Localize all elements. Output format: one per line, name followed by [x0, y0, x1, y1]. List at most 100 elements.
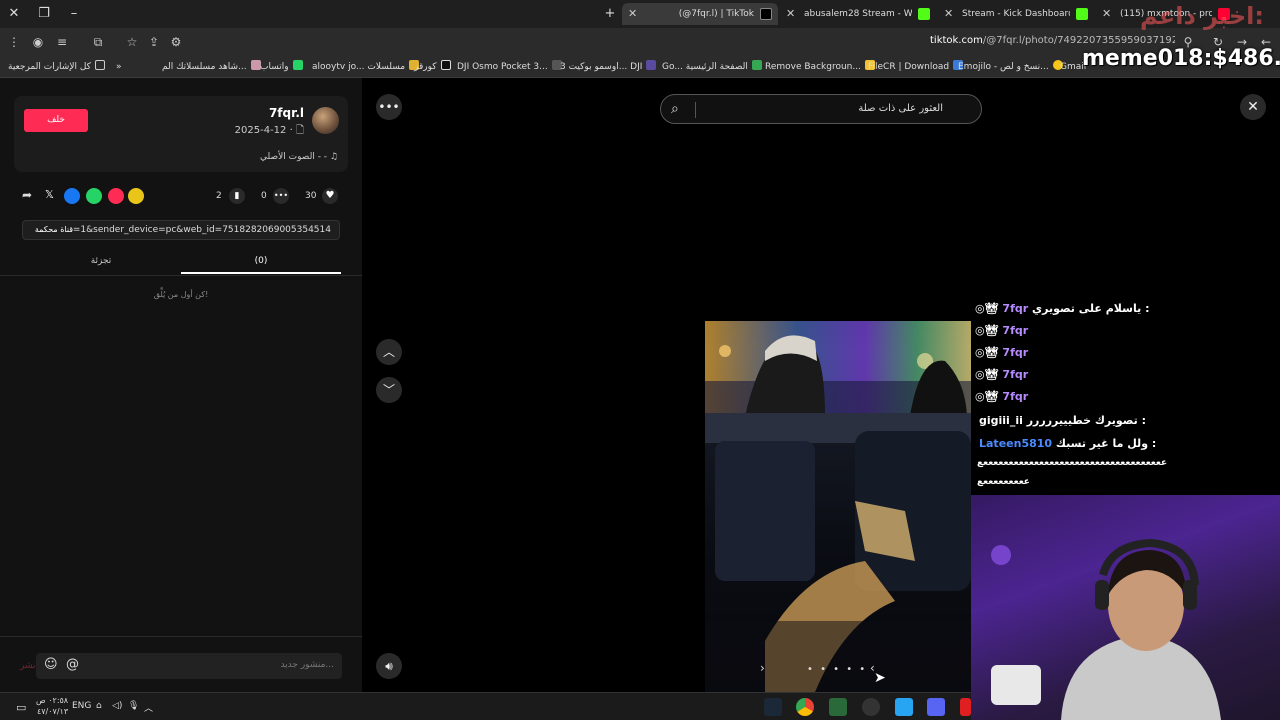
tab-kick-dashboard[interactable]: ✕ Stream - Kick Dashboard	[938, 3, 1094, 25]
music-note-icon: ♫	[329, 152, 338, 162]
chevron-up-icon[interactable]: ︿	[376, 339, 402, 365]
mention-icon[interactable]: @	[66, 657, 79, 672]
bookmark-9[interactable]: FileCR | Download	[868, 60, 964, 74]
language-indicator[interactable]: ENG	[72, 701, 91, 711]
post-date: 2025-4-12 · 🗋	[234, 125, 304, 136]
tiktok-icon	[760, 8, 772, 20]
facebook-icon[interactable]	[64, 188, 80, 204]
profile-icon[interactable]: ◉	[30, 34, 46, 50]
close-icon[interactable]: ✕	[1240, 94, 1266, 120]
send-icon[interactable]	[108, 188, 124, 204]
search-icon[interactable]: ⌕	[671, 101, 679, 117]
chat-message: Lateen5810 ولل ما غير تسبك :	[979, 437, 1157, 450]
network-icon[interactable]: ⌂	[96, 701, 102, 711]
share-link-url[interactable]: ...=1&sender_device=pc&web_id=7518282069…	[64, 225, 331, 235]
url-field[interactable]: tiktok.com/@7fqr.l/photo/749220735595903…	[930, 35, 1175, 46]
tab-abusalem-stream[interactable]: ✕ abusalem28 Stream - Watch Li	[780, 3, 936, 25]
comment-bar: نشر ☺ @ منشور جديد...	[0, 636, 362, 692]
webcam-person	[971, 495, 1280, 720]
share-link-row: قناة محكمة ...=1&sender_device=pc&web_id…	[22, 220, 340, 240]
chevron-right-icon[interactable]: ›	[760, 661, 765, 675]
bookmark-8[interactable]: Remove Backgroun...	[765, 60, 875, 74]
chat-message: عععععععععع	[977, 477, 1030, 487]
minimize-window-icon[interactable]: –	[64, 4, 84, 24]
steam-icon[interactable]	[764, 698, 782, 716]
x-icon[interactable]: 𝕏	[45, 188, 54, 201]
bookmark-2[interactable]: واتساب	[260, 60, 303, 74]
close-tab-icon[interactable]: ✕	[1102, 3, 1111, 25]
tray-expand-icon[interactable]: ︿	[144, 701, 153, 714]
mod-badge-icon: ◎👑︎	[975, 390, 999, 403]
post-comment-button[interactable]: نشر	[20, 661, 36, 671]
more-options-icon[interactable]: •••	[376, 94, 402, 120]
chat-message: ◎👑︎ 7fqr	[975, 346, 1029, 359]
bookmarks-more-button[interactable]: »	[116, 60, 122, 74]
sound-link[interactable]: الصوت الأصلي - - ♫	[260, 152, 338, 162]
obs-icon[interactable]	[862, 698, 880, 716]
restore-window-icon[interactable]: ❐	[34, 4, 54, 24]
site-settings-icon[interactable]: ⚙	[168, 34, 184, 50]
comments-count: 0	[261, 191, 267, 201]
mod-badge-icon: ◎👑︎	[975, 302, 999, 315]
bookmark-icon[interactable]: ▮	[229, 188, 245, 204]
tab-search-icon[interactable]: ≡	[54, 34, 70, 50]
username[interactable]: 7fqr.l	[269, 106, 304, 120]
site-icon	[646, 60, 657, 70]
extensions-icon[interactable]: ⧉	[90, 34, 106, 50]
avatar[interactable]	[312, 107, 339, 134]
menu-dots-icon[interactable]: ⋮	[6, 34, 22, 50]
share-icon[interactable]: ⇪	[146, 34, 162, 50]
bookmark-7[interactable]: Go... الصفحة الرئيسية	[662, 60, 762, 74]
tab-hashtags[interactable]: تجزئة	[21, 254, 181, 274]
heart-icon[interactable]: ♥	[322, 188, 338, 204]
folder-icon	[94, 60, 105, 70]
chevron-down-icon[interactable]: ﹀	[376, 377, 402, 403]
comment-input[interactable]: ☺ @ منشور جديد...	[36, 653, 342, 679]
bookmark-4[interactable]: كورقز	[414, 60, 451, 74]
microphone-icon[interactable]: 🎙︎	[128, 701, 139, 711]
post-photo	[705, 321, 971, 692]
bookmark-6[interactable]: اوسمو بوكيت 3... DJI	[560, 60, 657, 74]
url-path: /@7fqr.l/photo/7492207355959037192	[982, 35, 1175, 46]
speaker-icon[interactable]: ◁)	[112, 701, 122, 711]
emoji-icon[interactable]: ☺	[44, 657, 58, 672]
search-bar[interactable]: ⌕ العثور على ذات صلة	[660, 94, 982, 124]
saves-count: 2	[216, 191, 222, 201]
bookmark-all[interactable]: كل الإشارات المرجعية	[8, 60, 105, 74]
bookmark-star-icon[interactable]: ☆	[124, 34, 140, 50]
tab-tiktok[interactable]: ✕ (@7fqr.l) | TikTok	[622, 3, 778, 25]
cursor-icon: ➤	[874, 670, 886, 686]
close-tab-icon[interactable]: ✕	[944, 3, 953, 25]
system-clock[interactable]: ٠٢:٥٨ ص ٤٧/٠٧/١٣	[36, 695, 68, 717]
bookmark-1[interactable]: شاهد مسلسلاتك الم...	[162, 60, 261, 74]
kick-icon	[1076, 8, 1088, 20]
chat-message: gigiii_ii تصويرك خطيييررررر :	[979, 414, 1146, 427]
bookmark-10[interactable]: Emojilo - نسخ و لص...	[958, 60, 1063, 74]
mod-badge-icon: ◎👑︎	[975, 324, 999, 337]
bookmark-3[interactable]: alooytv jo... مسلسلات	[312, 60, 420, 74]
mod-badge-icon: ◎👑︎	[975, 346, 999, 359]
chat-message: ◎👑︎ 7fqr	[975, 390, 1029, 403]
discord-icon[interactable]	[927, 698, 945, 716]
close-tab-icon[interactable]: ✕	[786, 3, 795, 25]
share-arrow-icon[interactable]: ➦	[22, 188, 32, 202]
comment-icon[interactable]: •••	[273, 188, 289, 204]
repost-icon[interactable]	[128, 188, 144, 204]
new-tab-icon[interactable]: +	[600, 4, 620, 24]
notification-icon[interactable]: ▭	[16, 701, 26, 714]
mod-badge-icon: ◎👑︎	[975, 368, 999, 381]
follow-button[interactable]: خلف	[24, 109, 88, 132]
store-icon[interactable]	[829, 698, 847, 716]
bookmark-5[interactable]: DJI Osmo Pocket 3...	[457, 60, 562, 74]
close-tab-icon[interactable]: ✕	[628, 3, 637, 25]
app-icon[interactable]	[960, 698, 971, 716]
chat-message: ◎👑︎ 7fqr	[975, 324, 1029, 337]
whatsapp-icon[interactable]	[86, 188, 102, 204]
close-window-icon[interactable]: ✕	[4, 4, 24, 24]
volume-icon[interactable]: 🔊︎	[376, 653, 402, 679]
app-icon[interactable]	[895, 698, 913, 716]
post-card: خلف 7fqr.l 2025-4-12 · 🗋 الصوت الأصلي - …	[14, 96, 348, 172]
chrome-icon[interactable]	[796, 698, 814, 716]
tab-comments[interactable]: (0)	[181, 254, 341, 274]
site-icon	[440, 60, 451, 70]
